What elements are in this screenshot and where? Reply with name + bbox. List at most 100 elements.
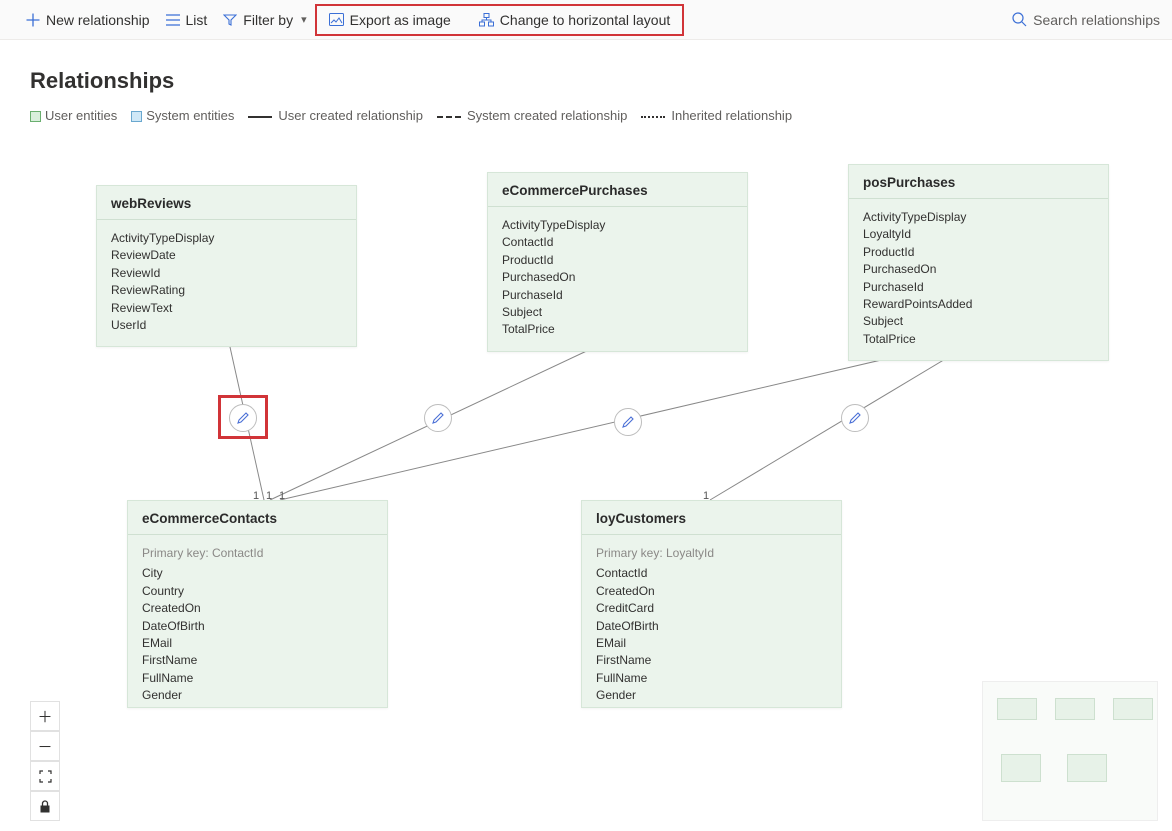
entity-attr: ProductId [863,244,1094,261]
filter-button[interactable]: Filter by ▾ [215,8,314,32]
lock-icon [39,800,51,813]
export-image-label: Export as image [350,12,451,28]
entity-attr: Country [142,583,373,600]
entity-attr: LastName [596,705,827,708]
entity-attr: CreditCard [596,600,827,617]
pencil-icon [621,415,635,429]
plus-icon [26,13,40,27]
entity-body: ActivityTypeDisplay LoyaltyId ProductId … [849,199,1108,360]
minimap-entity [1113,698,1153,720]
legend-system-entities: System entities [131,108,234,123]
minimap-entity [1067,754,1107,782]
list-label: List [186,12,208,28]
edit-relationship-button[interactable] [841,404,869,432]
entity-attr: ProductId [502,252,733,269]
entity-attr: Subject [502,304,733,321]
entity-loyCustomers[interactable]: loyCustomers Primary key: LoyaltyId Cont… [581,500,842,708]
entity-primary-key: Primary key: ContactId [142,545,373,562]
zoom-controls: ＋ － [30,701,60,821]
entity-attr: Gender [142,687,373,704]
filter-label: Filter by [243,12,293,28]
legend: User entities System entities User creat… [30,108,1172,123]
entity-attr: Subject [863,313,1094,330]
entity-attr: PurchasedOn [502,269,733,286]
entity-attr: UserId [111,317,342,334]
entity-body: Primary key: ContactId City Country Crea… [128,535,387,708]
entity-body: ActivityTypeDisplay ReviewDate ReviewId … [97,220,356,346]
export-image-button[interactable]: Export as image [321,8,459,32]
entity-attr: RewardPointsAdded [863,296,1094,313]
filter-icon [223,14,237,26]
toolbar: New relationship List Filter by ▾ Export… [0,0,1172,40]
chevron-down-icon: ▾ [301,13,307,26]
zoom-out-button[interactable]: － [30,731,60,761]
entity-attr: TotalPrice [502,321,733,338]
entity-title: eCommercePurchases [488,173,747,207]
entity-body: ActivityTypeDisplay ContactId ProductId … [488,207,747,351]
edit-relationship-button[interactable] [424,404,452,432]
entity-attr: FullName [596,670,827,687]
minimap[interactable] [982,681,1158,821]
entity-attr: LoyaltyId [863,226,1094,243]
dotted-line-icon [641,116,665,118]
entity-attr: PurchasedOn [863,261,1094,278]
entity-body: Primary key: LoyaltyId ContactId Created… [582,535,841,708]
edit-relationship-button[interactable] [614,408,642,436]
entity-attr: EMail [596,635,827,652]
swatch-user-icon [30,111,41,122]
entity-attr: ActivityTypeDisplay [863,209,1094,226]
entity-attr: ReviewRating [111,282,342,299]
entity-attr: PurchaseId [863,279,1094,296]
entity-attr: ContactId [502,234,733,251]
pencil-icon [848,411,862,425]
search-relationships[interactable]: Search relationships [1012,12,1160,28]
entity-attr: DateOfBirth [142,618,373,635]
entity-attr: ActivityTypeDisplay [111,230,342,247]
entity-attr: CreatedOn [596,583,827,600]
entity-eCommerceContacts[interactable]: eCommerceContacts Primary key: ContactId… [127,500,388,708]
entity-attr: ReviewText [111,300,342,317]
image-icon [329,13,344,26]
zoom-lock-button[interactable] [30,791,60,821]
entity-attr: ActivityTypeDisplay [502,217,733,234]
entity-attr: ContactId [596,565,827,582]
entity-attr: FirstName [596,652,827,669]
entity-title: eCommerceContacts [128,501,387,535]
entity-attr: ReviewId [111,265,342,282]
legend-user-entities: User entities [30,108,117,123]
entity-attr: City [142,565,373,582]
entity-title: loyCustomers [582,501,841,535]
entity-title: webReviews [97,186,356,220]
dashed-line-icon [437,116,461,118]
hierarchy-icon [479,13,494,27]
zoom-in-button[interactable]: ＋ [30,701,60,731]
entity-eCommercePurchases[interactable]: eCommercePurchases ActivityTypeDisplay C… [487,172,748,352]
entity-posPurchases[interactable]: posPurchases ActivityTypeDisplay Loyalty… [848,164,1109,361]
edit-relationship-button[interactable] [229,404,257,432]
entity-attr: CreatedOn [142,600,373,617]
legend-system-relationship: System created relationship [437,108,627,123]
entity-attr: PurchaseId [502,287,733,304]
zoom-fit-button[interactable] [30,761,60,791]
entity-webReviews[interactable]: webReviews ActivityTypeDisplay ReviewDat… [96,185,357,347]
diagram-canvas[interactable]: * * * * 1 1 1 1 webReviews ActivityTypeD… [0,160,1172,831]
change-layout-label: Change to horizontal layout [500,12,670,28]
minimap-entity [1055,698,1095,720]
page-title: Relationships [30,68,1172,94]
search-placeholder: Search relationships [1033,12,1160,28]
toolbar-highlight: Export as image Change to horizontal lay… [315,4,685,36]
pencil-icon [431,411,445,425]
new-relationship-button[interactable]: New relationship [18,8,158,32]
list-button[interactable]: List [158,8,216,32]
entity-attr: Gender [596,687,827,704]
change-layout-button[interactable]: Change to horizontal layout [471,8,678,32]
list-icon [166,14,180,26]
swatch-system-icon [131,111,142,122]
search-icon [1012,12,1027,27]
legend-inherited-relationship: Inherited relationship [641,108,792,123]
entity-attr: FullName [142,670,373,687]
minimap-entity [1001,754,1041,782]
fullscreen-icon [39,770,52,783]
entity-attr: TotalPrice [863,331,1094,348]
entity-attr: DateOfBirth [596,618,827,635]
